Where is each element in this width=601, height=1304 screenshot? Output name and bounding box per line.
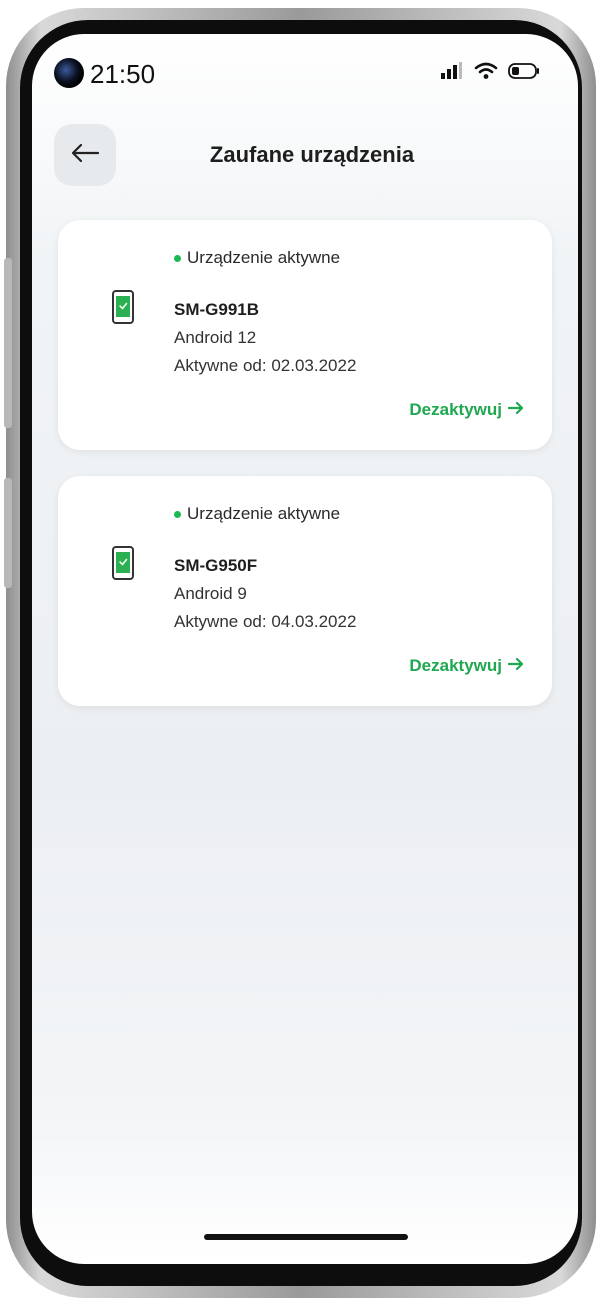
page-title: Zaufane urządzenia <box>209 142 415 167</box>
device-status: Urządzenie aktywne <box>174 248 340 268</box>
device-name: SM-G950F <box>174 556 258 575</box>
device-card: Urządzenie aktywne SM-G991B Android 12 A… <box>58 220 552 450</box>
device-active-since: Aktywne od: 04.03.2022 <box>174 612 357 631</box>
deactivate-label: Dezaktywuj <box>409 400 502 419</box>
front-camera <box>54 58 84 88</box>
status-time: 21:50 <box>90 59 156 89</box>
smartphone-check-icon <box>112 546 134 585</box>
volume-button <box>4 258 12 428</box>
status-icons <box>440 62 542 85</box>
wifi-icon <box>474 62 498 85</box>
signal-icon <box>440 62 464 85</box>
arrow-right-icon <box>507 400 524 420</box>
home-indicator[interactable] <box>204 1234 408 1240</box>
deactivate-label: Dezaktywuj <box>409 656 502 675</box>
device-status: Urządzenie aktywne <box>174 504 340 524</box>
active-dot <box>174 254 181 262</box>
device-active-since: Aktywne od: 02.03.2022 <box>174 356 357 375</box>
status-bar: 21:50 <box>32 56 578 96</box>
smartphone-check-icon <box>112 290 134 329</box>
device-status-label: Urządzenie aktywne <box>187 504 341 523</box>
device-os: Android 9 <box>174 584 247 603</box>
power-button <box>4 478 12 588</box>
device-status-label: Urządzenie aktywne <box>187 248 341 267</box>
active-dot <box>174 510 181 518</box>
deactivate-button[interactable]: Dezaktywuj <box>409 656 524 676</box>
deactivate-button[interactable]: Dezaktywuj <box>409 400 524 420</box>
battery-icon <box>508 62 542 85</box>
app-screen: 21:50 Zaufane urządzenia Urządzenie akty… <box>32 34 578 1264</box>
device-name: SM-G991B <box>174 300 260 319</box>
device-card: Urządzenie aktywne SM-G950F Android 9 Ak… <box>58 476 552 706</box>
arrow-right-icon <box>507 656 524 676</box>
device-os: Android 12 <box>174 328 257 347</box>
